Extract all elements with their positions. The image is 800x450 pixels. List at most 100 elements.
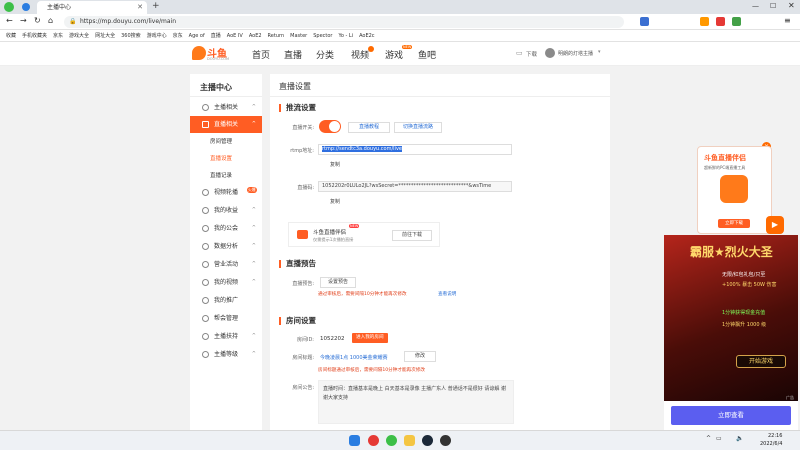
reload-icon[interactable]: ↻ xyxy=(34,16,41,25)
nav-fishbar[interactable]: 鱼吧 xyxy=(418,48,436,61)
sidebar: 主播中心 主播相关 ^ 直播相关 ^ 房间管理 直播设置 直播记录 视频轮播 火… xyxy=(190,74,262,430)
extension-icon[interactable] xyxy=(640,17,649,26)
sidebar-item-income[interactable]: 我的收益 ^ xyxy=(190,202,262,219)
sidebar-item-data-analysis[interactable]: 数据分析 ^ xyxy=(190,238,262,255)
set-notice-button[interactable]: 设置预告 xyxy=(320,277,356,288)
bookmark-item[interactable]: Spector xyxy=(313,30,332,41)
announcement-textarea[interactable]: 直播时间：直播基本是晚上 白天基本是录像 主播广东人 普通话不是很好 请谅解 谢… xyxy=(318,380,514,424)
home-icon[interactable]: ⌂ xyxy=(48,16,53,25)
bookmark-item[interactable]: Return xyxy=(268,30,285,41)
sidebar-subitem-live-settings[interactable]: 直播设置 xyxy=(190,151,262,167)
window-close-button[interactable]: ✕ xyxy=(788,1,795,10)
helper-ad-download-button[interactable]: 立即下载 xyxy=(718,219,750,228)
download-label[interactable]: 下载 xyxy=(526,50,537,58)
copy-rtmp-button[interactable]: 复制 xyxy=(318,161,352,172)
download-icon[interactable]: ▭ xyxy=(516,49,523,57)
app-icon[interactable] xyxy=(368,435,379,446)
extension-icon[interactable] xyxy=(716,17,725,26)
start-game-button[interactable]: 开始游戏 xyxy=(736,355,786,368)
sidebar-item-promotion[interactable]: 我的推广 xyxy=(190,292,262,309)
chevron-up-icon: ^ xyxy=(251,261,256,267)
tab-list-icon[interactable] xyxy=(22,3,30,11)
sidebar-item-video-carousel[interactable]: 视频轮播 火爆 xyxy=(190,184,262,201)
bookmark-item[interactable]: 游戏中心 xyxy=(147,30,167,41)
window-maximize-button[interactable]: ☐ xyxy=(770,2,776,10)
sidebar-item-support[interactable]: 主播扶持 ^ xyxy=(190,328,262,345)
url-field[interactable]: 🔒 https://mp.douyu.com/live/main xyxy=(64,16,624,28)
nav-live[interactable]: 直播 xyxy=(284,48,302,61)
sidebar-item-clan[interactable]: 帮会管理 xyxy=(190,310,262,327)
view-explanation-link[interactable]: 查看说明 xyxy=(438,291,456,297)
back-icon[interactable]: ← xyxy=(6,16,13,25)
bookmark-item[interactable]: Master xyxy=(290,30,307,41)
bookmark-item[interactable]: Age of xyxy=(189,30,205,41)
extension-icon[interactable] xyxy=(700,17,709,26)
tab-close-icon[interactable]: ✕ xyxy=(137,1,143,14)
chevron-up-icon: ^ xyxy=(251,351,256,357)
game-ad[interactable]: 霸服★烈火大圣 无限/红包礼包/只至 +100% 暴击 50W 伤害 1分钟获得… xyxy=(664,235,798,431)
sidebar-subitem-room-manage[interactable]: 房间管理 xyxy=(190,134,262,150)
nav-game[interactable]: 游戏 xyxy=(385,48,403,61)
modify-title-button[interactable]: 修改 xyxy=(404,351,436,362)
douyu-logo[interactable]: 斗鱼 DOUYU.COM xyxy=(192,45,230,63)
bookmark-item[interactable]: Yo - Li xyxy=(338,30,353,41)
tray-status-icon[interactable]: ▭ xyxy=(716,435,722,442)
bookmark-item[interactable]: 手机收藏夹 xyxy=(22,30,47,41)
rtmp-label: rtmp地址: xyxy=(290,148,314,154)
clock-date[interactable]: 2022/6/4 xyxy=(760,441,782,447)
tray-chevron-icon[interactable]: ^ xyxy=(706,435,711,442)
clock-time[interactable]: 22:16 xyxy=(768,433,782,439)
steam-icon[interactable] xyxy=(422,435,433,446)
helper-ad-card[interactable]: 斗鱼直播伴侣 超新鲜的PC端直播工具 立即下载 xyxy=(697,146,772,234)
bookmark-item[interactable]: 360搜索 xyxy=(121,30,141,41)
copy-key-button[interactable]: 复制 xyxy=(318,198,352,209)
volume-icon[interactable]: 🔈 xyxy=(736,435,743,442)
windows-start-icon[interactable] xyxy=(349,435,360,446)
nav-video[interactable]: 视频 xyxy=(351,48,369,61)
sidebar-item-level[interactable]: 主播等级 ^ xyxy=(190,346,262,363)
view-now-button[interactable]: 立即查看 xyxy=(671,406,791,425)
bookmark-item[interactable]: AoE2 xyxy=(249,30,262,41)
sidebar-item-guild[interactable]: 我的公会 ^ xyxy=(190,220,262,237)
live-toggle[interactable] xyxy=(319,120,341,133)
rtmp-address-field[interactable]: rtmp://sendtc3a.douyu.com/live xyxy=(318,144,512,155)
bookmark-item[interactable]: 京东 xyxy=(173,30,183,41)
bookmark-item[interactable]: 京东 xyxy=(53,30,63,41)
extension-icon[interactable] xyxy=(732,17,741,26)
tab-title: 主播中心 xyxy=(47,4,72,11)
menu-icon[interactable]: ≡ xyxy=(784,16,791,25)
nav-category[interactable]: 分类 xyxy=(316,48,334,61)
page-title: 直播设置 xyxy=(279,82,311,91)
browser-logo-icon[interactable] xyxy=(4,2,14,12)
enter-room-button[interactable]: 进入我的房间 xyxy=(352,333,388,343)
nav-home[interactable]: 首页 xyxy=(252,48,270,61)
sidebar-item-live[interactable]: 直播相关 ^ xyxy=(190,116,262,133)
tutorial-link[interactable]: 直播教程 xyxy=(348,122,390,133)
nav-video-badge xyxy=(368,46,374,52)
helper-download-button[interactable]: 前往下载 xyxy=(392,230,432,241)
bookmark-item[interactable]: 直播 xyxy=(211,30,221,41)
bookmark-item[interactable]: 收藏 xyxy=(6,30,16,41)
bookmark-item[interactable]: AoE2c xyxy=(359,30,374,41)
stream-key-field[interactable]: 1052202r0LULo2JL?wsSecret=**************… xyxy=(318,181,512,192)
sidebar-item-anchor[interactable]: 主播相关 ^ xyxy=(190,99,262,116)
avatar[interactable] xyxy=(545,48,555,58)
app-icon[interactable] xyxy=(386,435,397,446)
forward-icon[interactable]: → xyxy=(20,16,27,25)
bookmark-item[interactable]: AoE IV xyxy=(227,30,243,41)
switch-route-link[interactable]: 切换直播流路 xyxy=(394,122,442,133)
window-minimize-button[interactable]: — xyxy=(752,2,759,10)
chevron-down-icon[interactable]: ▾ xyxy=(598,49,601,55)
sidebar-subitem-live-records[interactable]: 直播记录 xyxy=(190,168,262,184)
notice-warning: 通过审核后，需要间隔10分钟才能再次修改 xyxy=(318,292,407,297)
app-icon[interactable] xyxy=(440,435,451,446)
sidebar-item-my-videos[interactable]: 我的视频 ^ xyxy=(190,274,262,291)
new-tab-button[interactable]: + xyxy=(152,1,160,11)
folder-icon[interactable] xyxy=(404,435,415,446)
sidebar-item-business[interactable]: 营业活动 ^ xyxy=(190,256,262,273)
bookmark-item[interactable]: 网址大全 xyxy=(95,30,115,41)
user-name[interactable]: 明朗的灯塔主播 xyxy=(558,50,593,57)
play-ad-icon[interactable]: ▶ xyxy=(766,216,784,234)
bookmark-item[interactable]: 游戏大全 xyxy=(69,30,89,41)
browser-tab[interactable]: 主播中心 ✕ xyxy=(37,1,147,14)
